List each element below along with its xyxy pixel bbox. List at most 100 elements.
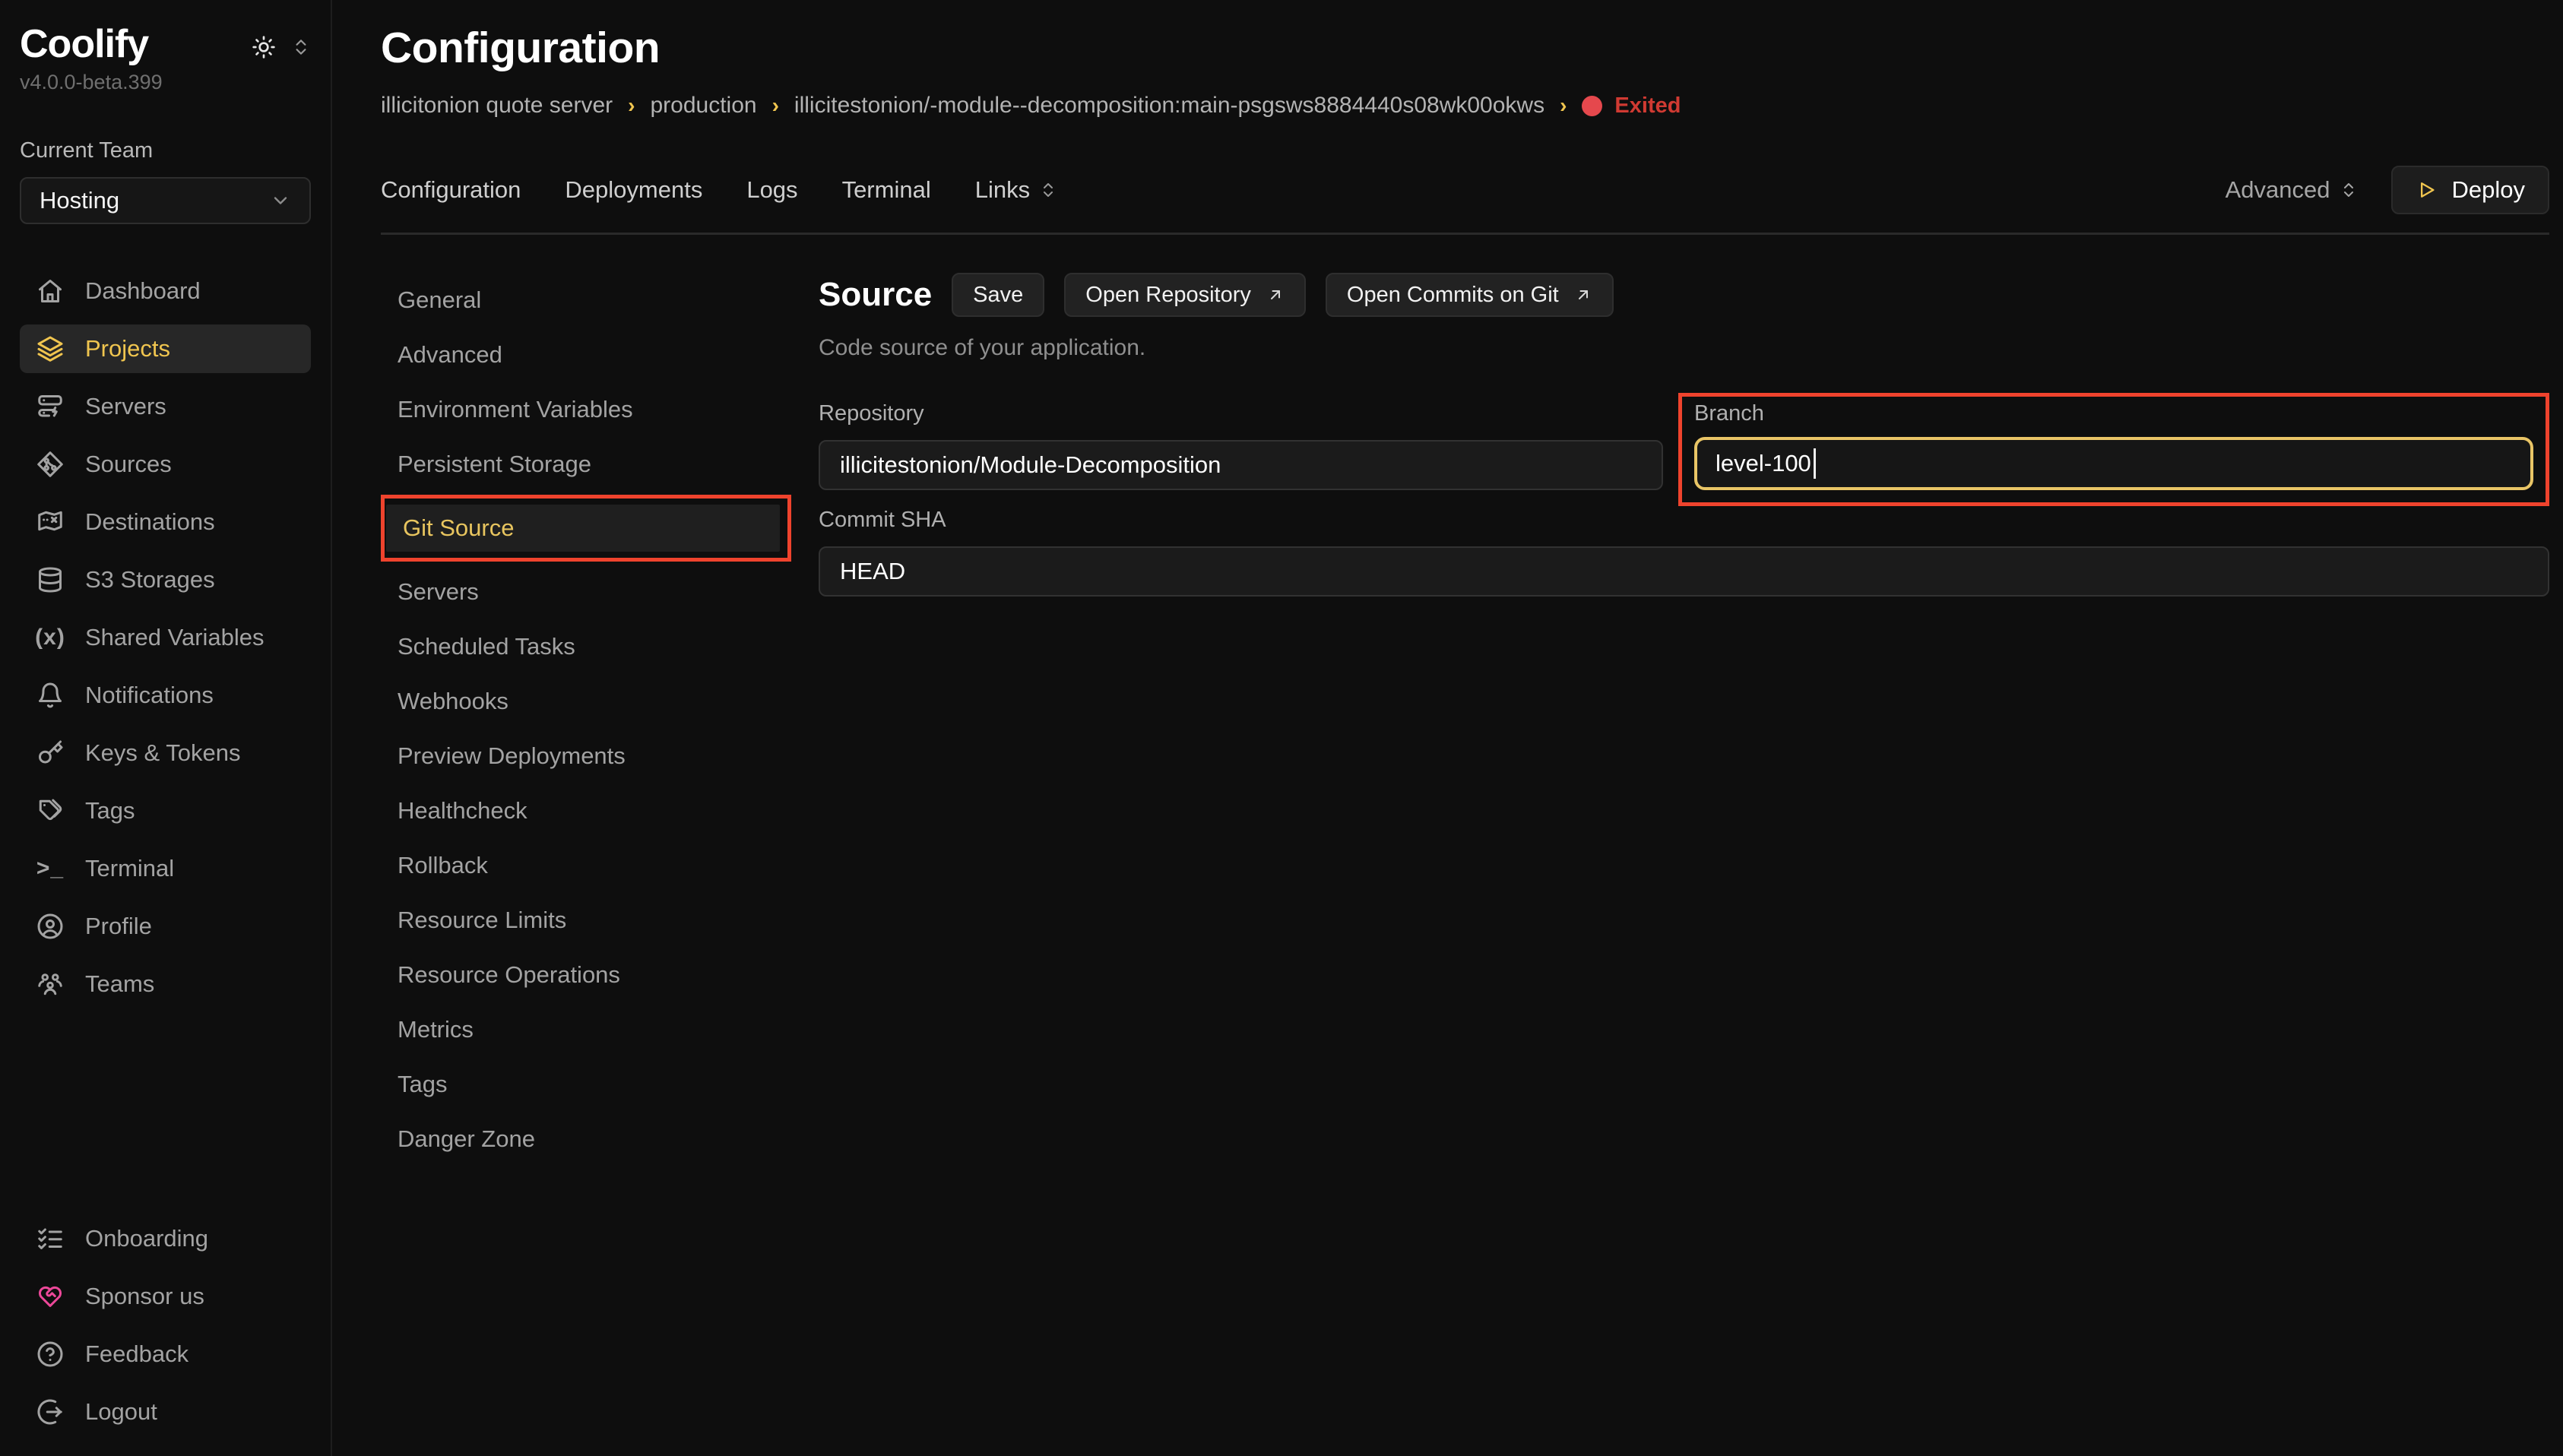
sidebar-item-logout[interactable]: Logout [20, 1388, 311, 1436]
breadcrumb-project[interactable]: illicitonion quote server [381, 93, 613, 119]
chevrons-up-down-icon[interactable] [291, 37, 311, 57]
sidebar-header: Coolify v4.0.0-beta.399 [20, 23, 311, 94]
open-commits-label: Open Commits on Git [1347, 283, 1559, 308]
sidebar-item-projects[interactable]: Projects [20, 324, 311, 373]
subnav-item-metrics[interactable]: Metrics [381, 1002, 791, 1057]
annotation-box-branch: Branch level-100 [1678, 393, 2549, 506]
tag-icon [36, 797, 64, 825]
subnav-item-resource-limits[interactable]: Resource Limits [381, 893, 791, 948]
key-icon [36, 739, 64, 767]
team-select-value: Hosting [40, 187, 119, 214]
subnav-item-resource-operations[interactable]: Resource Operations [381, 948, 791, 1002]
save-button[interactable]: Save [952, 273, 1044, 317]
sidebar-item-label: Dashboard [85, 277, 201, 305]
sidebar-item-s3-storages[interactable]: S3 Storages [20, 555, 311, 604]
sidebar-item-profile[interactable]: Profile [20, 902, 311, 951]
repo-branch-row: Repository Branch level-100 [819, 393, 2549, 506]
sidebar-item-teams[interactable]: Teams [20, 960, 311, 1008]
sidebar-item-notifications[interactable]: Notifications [20, 671, 311, 720]
sidebar-item-label: Terminal [85, 855, 174, 882]
open-repository-button[interactable]: Open Repository [1064, 273, 1306, 317]
tab-configuration[interactable]: Configuration [381, 176, 521, 204]
status-dot-icon [1582, 96, 1602, 116]
current-team-label: Current Team [20, 138, 311, 163]
repository-input[interactable] [819, 440, 1663, 490]
open-repository-label: Open Repository [1085, 283, 1251, 308]
subnav-item-environment-variables[interactable]: Environment Variables [381, 382, 791, 437]
branch-input[interactable]: level-100 [1694, 437, 2533, 490]
sidebar-item-tags[interactable]: Tags [20, 787, 311, 835]
repository-field: Repository [819, 401, 1663, 490]
sidebar-item-label: Feedback [85, 1340, 189, 1368]
sun-icon[interactable] [252, 35, 276, 59]
sidebar-item-label: Tags [85, 797, 135, 825]
tab-links-label: Links [975, 176, 1030, 204]
sidebar-item-dashboard[interactable]: Dashboard [20, 267, 311, 315]
layers-icon [36, 335, 64, 362]
deploy-button[interactable]: Deploy [2391, 166, 2550, 214]
sidebar-item-keys-tokens[interactable]: Keys & Tokens [20, 729, 311, 777]
subnav-item-healthcheck[interactable]: Healthcheck [381, 783, 791, 838]
sidebar-item-sponsor-us[interactable]: Sponsor us [20, 1272, 311, 1321]
commit-sha-input[interactable] [819, 546, 2549, 597]
sidebar-item-label: Destinations [85, 508, 215, 536]
page-title: Configuration [381, 23, 2549, 73]
subnav-item-servers[interactable]: Servers [381, 565, 791, 619]
sidebar-item-label: Notifications [85, 682, 214, 709]
tab-links[interactable]: Links [975, 176, 1057, 204]
source-header: Source Save Open Repository Open Commits… [819, 273, 2549, 317]
subnav-item-scheduled-tasks[interactable]: Scheduled Tasks [381, 619, 791, 674]
deploy-label: Deploy [2452, 176, 2526, 204]
sidebar-item-label: Logout [85, 1398, 157, 1426]
subnav-item-persistent-storage[interactable]: Persistent Storage [381, 437, 791, 492]
bell-icon [36, 682, 64, 709]
sidebar-item-destinations[interactable]: Destinations [20, 498, 311, 546]
external-link-icon [1574, 286, 1592, 304]
status-badge: Exited [1582, 93, 1681, 119]
sidebar-item-servers[interactable]: Servers [20, 382, 311, 431]
sidebar-item-label: S3 Storages [85, 566, 215, 593]
repository-label: Repository [819, 401, 1663, 426]
advanced-dropdown[interactable]: Advanced [2226, 176, 2358, 204]
branch-label: Branch [1694, 401, 2533, 426]
subnav-item-danger-zone[interactable]: Danger Zone [381, 1112, 791, 1166]
map-icon [36, 508, 64, 536]
status-label: Exited [1614, 93, 1681, 119]
source-description: Code source of your application. [819, 335, 2549, 361]
breadcrumb-separator: › [772, 93, 779, 118]
subnav-item-git-source[interactable]: Git Source [386, 505, 780, 552]
open-commits-button[interactable]: Open Commits on Git [1326, 273, 1614, 317]
commit-sha-field: Commit SHA [819, 508, 2549, 597]
sidebar-item-shared-variables[interactable]: (x) Shared Variables [20, 613, 311, 662]
subnav-item-rollback[interactable]: Rollback [381, 838, 791, 893]
tab-terminal[interactable]: Terminal [842, 176, 931, 204]
team-select[interactable]: Hosting [20, 177, 311, 224]
subnav-item-general[interactable]: General [381, 273, 791, 328]
sidebar-item-onboarding[interactable]: Onboarding [20, 1214, 311, 1263]
text-caret [1814, 448, 1816, 479]
sidebar-nav: Dashboard Projects Servers Sources Desti… [20, 267, 311, 1008]
breadcrumb-separator: › [628, 93, 635, 118]
subnav-item-advanced[interactable]: Advanced [381, 328, 791, 382]
subnav-item-tags[interactable]: Tags [381, 1057, 791, 1112]
database-icon [36, 566, 64, 593]
breadcrumb-environment[interactable]: production [650, 93, 756, 119]
git-source-panel: Source Save Open Repository Open Commits… [819, 273, 2549, 1456]
sidebar-item-terminal[interactable]: >_ Terminal [20, 844, 311, 893]
subnav-item-webhooks[interactable]: Webhooks [381, 674, 791, 729]
sidebar-item-label: Sources [85, 451, 172, 478]
sidebar-item-feedback[interactable]: Feedback [20, 1330, 311, 1378]
sidebar-item-label: Profile [85, 913, 152, 940]
sidebar: Coolify v4.0.0-beta.399 Current Team Hos… [0, 0, 332, 1456]
sidebar-item-label: Onboarding [85, 1225, 208, 1252]
chevrons-up-down-icon [1039, 181, 1057, 199]
server-icon [36, 393, 64, 420]
tab-logs[interactable]: Logs [746, 176, 797, 204]
tab-deployments[interactable]: Deployments [565, 176, 702, 204]
help-circle-icon [36, 1340, 64, 1368]
breadcrumb-separator: › [1560, 93, 1567, 118]
subnav-item-preview-deployments[interactable]: Preview Deployments [381, 729, 791, 783]
breadcrumb-resource[interactable]: illicitestonion/-module--decomposition:m… [794, 93, 1544, 119]
external-link-icon [1266, 286, 1285, 304]
sidebar-item-sources[interactable]: Sources [20, 440, 311, 489]
